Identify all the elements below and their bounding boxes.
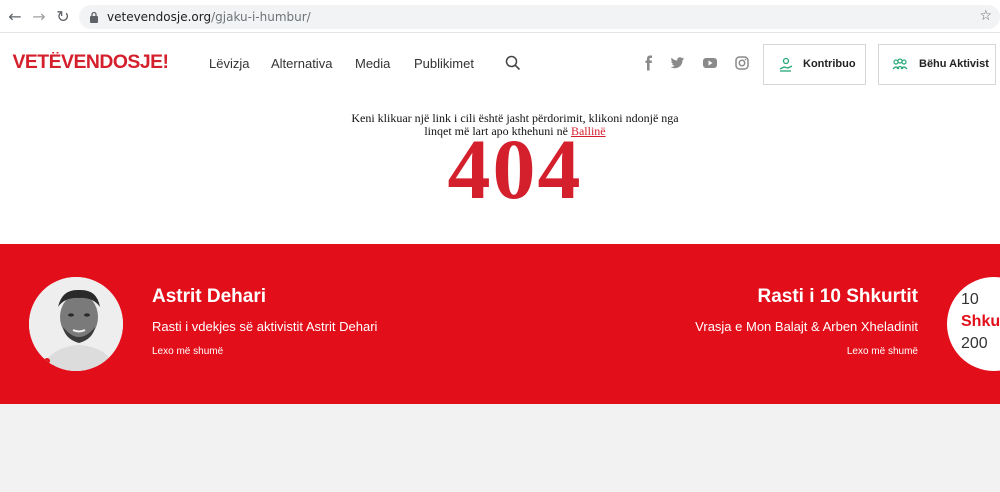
people-icon — [892, 58, 908, 70]
contribute-label: Kontribuo — [803, 58, 856, 70]
youtube-icon[interactable] — [702, 55, 718, 71]
featured-cases-band: Astrit Dehari Rasti i vdekjes së aktivis… — [0, 244, 1000, 404]
menu-item-levizja[interactable]: Lëvizja — [209, 56, 249, 71]
address-bar[interactable]: vetevendosje.org/gjaku-i-humbur/ ☆ — [79, 5, 1000, 29]
case-subtitle-10-shkurtit: Vrasja e Mon Balajt & Arben Xheladinit — [695, 319, 918, 334]
instagram-icon[interactable] — [734, 55, 750, 71]
case-title-astrit-dehari[interactable]: Astrit Dehari — [152, 286, 266, 308]
case-subtitle-astrit-dehari: Rasti i vdekjes së aktivistit Astrit Deh… — [152, 319, 378, 334]
menu-item-publikimet[interactable]: Publikimet — [414, 56, 474, 71]
menu-item-alternativa[interactable]: Alternativa — [271, 56, 332, 71]
error-section: Keni klikuar një link i cili është jasht… — [0, 96, 1000, 244]
url-text: vetevendosje.org/gjaku-i-humbur/ — [107, 10, 311, 24]
contribute-button[interactable]: Kontribuo — [763, 44, 866, 85]
back-arrow-icon[interactable]: ← — [4, 6, 26, 28]
browser-toolbar: ← → ↻ vetevendosje.org/gjaku-i-humbur/ ☆ — [0, 0, 1000, 33]
become-activist-button[interactable]: Bëhu Aktivist — [878, 44, 996, 85]
site-header: VETËVENDOSJE! Lëvizja Alternativa Media … — [0, 33, 1000, 96]
facebook-icon[interactable] — [641, 55, 657, 71]
reload-icon[interactable]: ↻ — [52, 6, 74, 28]
menu-item-media[interactable]: Media — [355, 56, 390, 71]
become-activist-label: Bëhu Aktivist — [919, 58, 989, 70]
read-more-link-right[interactable]: Lexo më shumë — [847, 346, 918, 357]
search-icon[interactable] — [505, 55, 521, 71]
date-month: Shku — [961, 313, 1000, 330]
error-code: 404 — [447, 121, 583, 217]
read-more-link-left[interactable]: Lexo më shumë — [152, 346, 223, 357]
avatar-astrit-dehari[interactable] — [29, 277, 123, 371]
case-title-10-shkurtit[interactable]: Rasti i 10 Shkurtit — [758, 286, 919, 308]
lock-icon — [90, 11, 98, 23]
date-day: 10 — [961, 291, 979, 308]
date-year: 200 — [961, 335, 988, 352]
site-logo[interactable]: VETËVENDOSJE! — [12, 52, 169, 74]
hand-money-icon — [779, 57, 793, 72]
url-domain: vetevendosje.org — [107, 10, 212, 24]
twitter-icon[interactable] — [669, 55, 685, 71]
date-badge[interactable]: 10 Shku 200 — [947, 277, 1000, 371]
forward-arrow-icon[interactable]: → — [28, 6, 50, 28]
bookmark-star-icon[interactable]: ☆ — [979, 8, 992, 24]
url-path: /gjaku-i-humbur/ — [211, 10, 311, 24]
portrait-image — [29, 277, 123, 371]
